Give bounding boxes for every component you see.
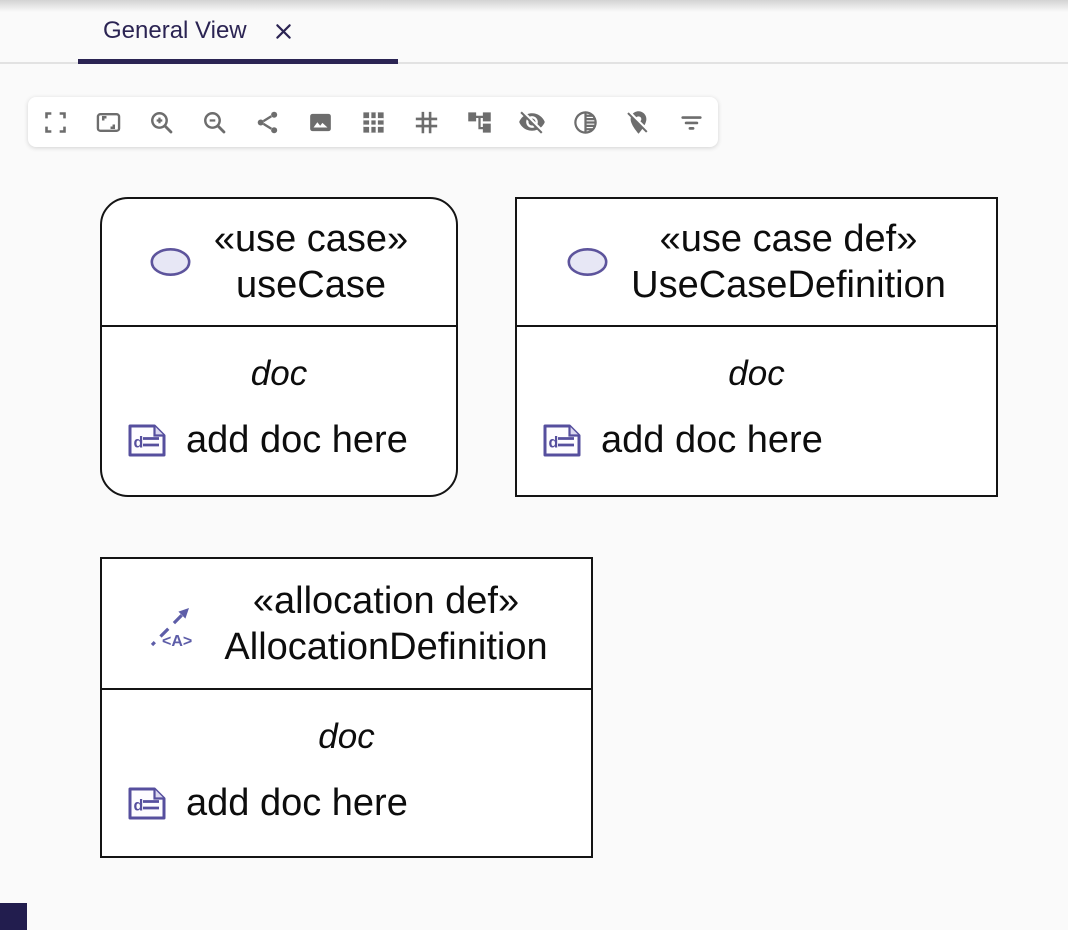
- doc-compartment-label: doc: [517, 355, 996, 393]
- zoom-in-button[interactable]: [147, 108, 175, 136]
- toggle-grid-button[interactable]: [359, 108, 387, 136]
- doc-icon: d: [543, 424, 581, 457]
- allocation-icon-glyph: <A>: [162, 633, 192, 650]
- add-doc-action[interactable]: d add doc here: [128, 782, 591, 825]
- use-case-ellipse-icon: [150, 247, 191, 277]
- add-doc-placeholder: add doc here: [601, 419, 823, 462]
- node-usecase-header: «use case» useCase: [102, 199, 456, 327]
- add-doc-action[interactable]: d add doc here: [128, 419, 456, 462]
- pin-off-icon: [625, 109, 652, 136]
- unpin-elements-button[interactable]: [624, 108, 652, 136]
- close-icon: [273, 21, 294, 42]
- filter-icon: [678, 109, 705, 136]
- export-image-button[interactable]: [306, 108, 334, 136]
- doc-icon: d: [128, 424, 166, 457]
- node-stereotype: «use case def»: [631, 216, 946, 262]
- node-allocation-definition-title: «allocation def» AllocationDefinition: [224, 578, 547, 670]
- doc-icon: d: [128, 787, 166, 820]
- zoom-out-icon: [201, 109, 228, 136]
- node-allocation-definition[interactable]: <A> «allocation def» AllocationDefinitio…: [100, 557, 593, 858]
- contrast-icon: [572, 109, 599, 136]
- fit-to-screen-button[interactable]: [41, 108, 69, 136]
- node-usecase-title: «use case» useCase: [214, 216, 408, 308]
- doc-icon-glyph: d: [134, 435, 144, 452]
- grid-icon: [360, 109, 387, 136]
- tab-label: General View: [103, 17, 247, 45]
- image-icon: [307, 109, 334, 136]
- node-usecase-doc-compartment: doc d add doc here: [102, 355, 456, 462]
- node-stereotype: «allocation def»: [224, 578, 547, 624]
- zoom-to-fit-button[interactable]: [94, 108, 122, 136]
- node-usecase-definition-doc-compartment: doc d add doc here: [517, 355, 996, 462]
- doc-compartment-label: doc: [102, 718, 591, 756]
- allocation-arrow-icon: <A>: [145, 596, 201, 652]
- tree-layout-icon: [466, 109, 493, 136]
- node-usecase-definition[interactable]: «use case def» UseCaseDefinition doc d a…: [515, 197, 998, 497]
- doc-icon-glyph: d: [134, 798, 144, 815]
- node-allocation-definition-doc-compartment: doc d add doc here: [102, 718, 591, 825]
- add-doc-placeholder: add doc here: [186, 419, 408, 462]
- add-doc-action[interactable]: d add doc here: [543, 419, 996, 462]
- snap-grid-icon: [413, 109, 440, 136]
- fade-elements-button[interactable]: [571, 108, 599, 136]
- tab-active-indicator: [78, 59, 398, 64]
- tab-bar: General View: [0, 0, 1068, 64]
- fit-to-screen-icon: [42, 109, 69, 136]
- node-usecase[interactable]: «use case» useCase doc d add doc here: [100, 197, 458, 497]
- use-case-ellipse-icon: [567, 247, 608, 277]
- zoom-out-button[interactable]: [200, 108, 228, 136]
- zoom-in-icon: [148, 109, 175, 136]
- diagram-toolbar: [28, 97, 718, 147]
- tab-close-button[interactable]: [273, 21, 294, 42]
- tab-general-view[interactable]: General View: [78, 0, 398, 62]
- zoom-to-fit-icon: [95, 109, 122, 136]
- hide-elements-button[interactable]: [518, 108, 546, 136]
- node-usecase-definition-header: «use case def» UseCaseDefinition: [517, 199, 996, 327]
- filter-elements-button[interactable]: [677, 108, 705, 136]
- node-usecase-definition-title: «use case def» UseCaseDefinition: [631, 216, 946, 308]
- share-icon: [254, 109, 281, 136]
- snap-to-grid-button[interactable]: [412, 108, 440, 136]
- node-allocation-definition-header: <A> «allocation def» AllocationDefinitio…: [102, 559, 591, 690]
- doc-compartment-label: doc: [102, 355, 456, 393]
- node-stereotype: «use case»: [214, 216, 408, 262]
- node-name: useCase: [214, 262, 408, 308]
- arrange-all-button[interactable]: [465, 108, 493, 136]
- node-name: UseCaseDefinition: [631, 262, 946, 308]
- node-name: AllocationDefinition: [224, 624, 547, 670]
- eye-off-icon: [518, 108, 546, 136]
- add-doc-placeholder: add doc here: [186, 782, 408, 825]
- share-button[interactable]: [253, 108, 281, 136]
- doc-icon-glyph: d: [549, 435, 559, 452]
- bottom-panel-corner: [0, 903, 27, 930]
